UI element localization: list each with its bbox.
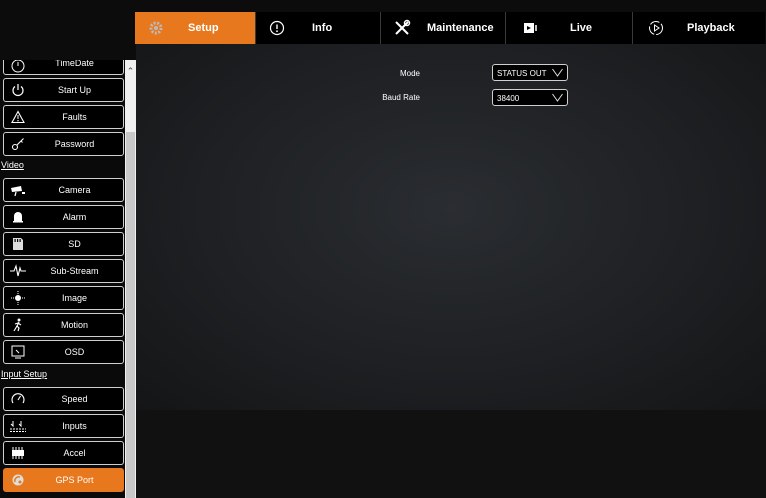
accelerometer-icon: [10, 445, 26, 461]
satellite-icon: [10, 472, 26, 488]
sidebar-item-label: Camera: [58, 185, 91, 195]
scroll-up-arrow-icon[interactable]: ⌃: [125, 66, 136, 76]
clock-icon: [10, 60, 26, 74]
mode-select[interactable]: STATUS OUT: [492, 64, 568, 81]
monitor-icon: [10, 344, 26, 360]
power-icon: [10, 82, 26, 98]
info-icon: [268, 19, 286, 37]
sidebar-item-label: Sub-Stream: [50, 266, 99, 276]
baud-rate-select-value: 38400: [497, 94, 520, 103]
gear-icon: [147, 19, 165, 37]
mode-select-value: STATUS OUT: [497, 69, 547, 78]
sidebar-item-image[interactable]: Image: [3, 286, 124, 310]
sidebar-item-label: GPS Port: [55, 475, 94, 485]
tab-playback[interactable]: Playback: [633, 12, 765, 44]
tab-info[interactable]: Info: [256, 12, 381, 44]
sidebar-item-label: Inputs: [62, 421, 87, 431]
tab-label: Maintenance: [427, 22, 494, 34]
panel-footer: [136, 410, 766, 498]
sidebar-item-sd[interactable]: SD: [3, 232, 124, 256]
scrollbar-thumb[interactable]: [126, 132, 135, 498]
section-input-setup: Input Setup: [1, 369, 48, 379]
chevron-down-icon: [552, 93, 563, 102]
tab-live[interactable]: Live: [506, 12, 633, 44]
sidebar-item-faults[interactable]: Faults: [3, 105, 124, 129]
tools-icon: [393, 19, 411, 37]
top-nav: Setup Info Maintenance Live Playback: [135, 12, 765, 44]
sidebar-item-timedate[interactable]: TimeDate: [3, 60, 124, 75]
tab-label: Live: [570, 22, 593, 34]
tab-label: Setup: [188, 22, 219, 34]
sidebar-item-label: Start Up: [57, 85, 91, 95]
sidebar-item-gps-port[interactable]: GPS Port: [3, 468, 124, 492]
tab-label: Playback: [687, 22, 735, 34]
video-camera-icon: [522, 19, 540, 37]
sidebar-item-label: OSD: [64, 347, 85, 357]
mode-label: Mode: [399, 69, 420, 78]
sidebar-item-label: Speed: [61, 394, 88, 404]
tab-setup[interactable]: Setup: [135, 12, 256, 44]
speedometer-icon: [10, 391, 26, 407]
settings-panel: [136, 44, 766, 410]
sidebar-item-label: Alarm: [62, 212, 87, 222]
sidebar-scrollbar[interactable]: ⌃: [125, 60, 136, 498]
sidebar-item-sub-stream[interactable]: Sub-Stream: [3, 259, 124, 283]
sidebar-item-start-up[interactable]: Start Up: [3, 78, 124, 102]
sidebar-item-label: Accel: [63, 448, 86, 458]
sidebar: TimeDate Start Up Faults Password Video …: [0, 60, 135, 498]
sidebar-item-label: Password: [54, 139, 95, 149]
sidebar-item-label: Motion: [60, 320, 88, 330]
baud-rate-label: Baud Rate: [382, 93, 420, 102]
sidebar-item-label: Image: [61, 293, 87, 303]
key-icon: [10, 136, 26, 152]
play-circle-icon: [647, 19, 665, 37]
sidebar-item-osd[interactable]: OSD: [3, 340, 124, 364]
sidebar-item-label: SD: [68, 239, 81, 249]
warning-icon: [10, 109, 26, 125]
sidebar-item-password[interactable]: Password: [3, 132, 124, 156]
brightness-icon: [10, 290, 26, 306]
section-video: Video: [1, 160, 24, 170]
sidebar-item-speed[interactable]: Speed: [3, 387, 124, 411]
sidebar-item-label: TimeDate: [55, 60, 94, 68]
sidebar-item-alarm[interactable]: Alarm: [3, 205, 124, 229]
waveform-icon: [10, 263, 26, 279]
sidebar-item-inputs[interactable]: Inputs: [3, 414, 124, 438]
inputs-icon: [10, 418, 26, 434]
sidebar-item-motion[interactable]: Motion: [3, 313, 124, 337]
sd-card-icon: [10, 236, 26, 252]
camera-icon: [10, 182, 26, 198]
sidebar-item-accel[interactable]: Accel: [3, 441, 124, 465]
motion-icon: [10, 317, 26, 333]
sidebar-item-camera[interactable]: Camera: [3, 178, 124, 202]
tab-maintenance[interactable]: Maintenance: [381, 12, 506, 44]
bell-icon: [10, 209, 26, 225]
sidebar-item-label: Faults: [62, 112, 87, 122]
tab-label: Info: [312, 22, 333, 34]
chevron-down-icon: [552, 68, 563, 77]
baud-rate-select[interactable]: 38400: [492, 89, 568, 106]
